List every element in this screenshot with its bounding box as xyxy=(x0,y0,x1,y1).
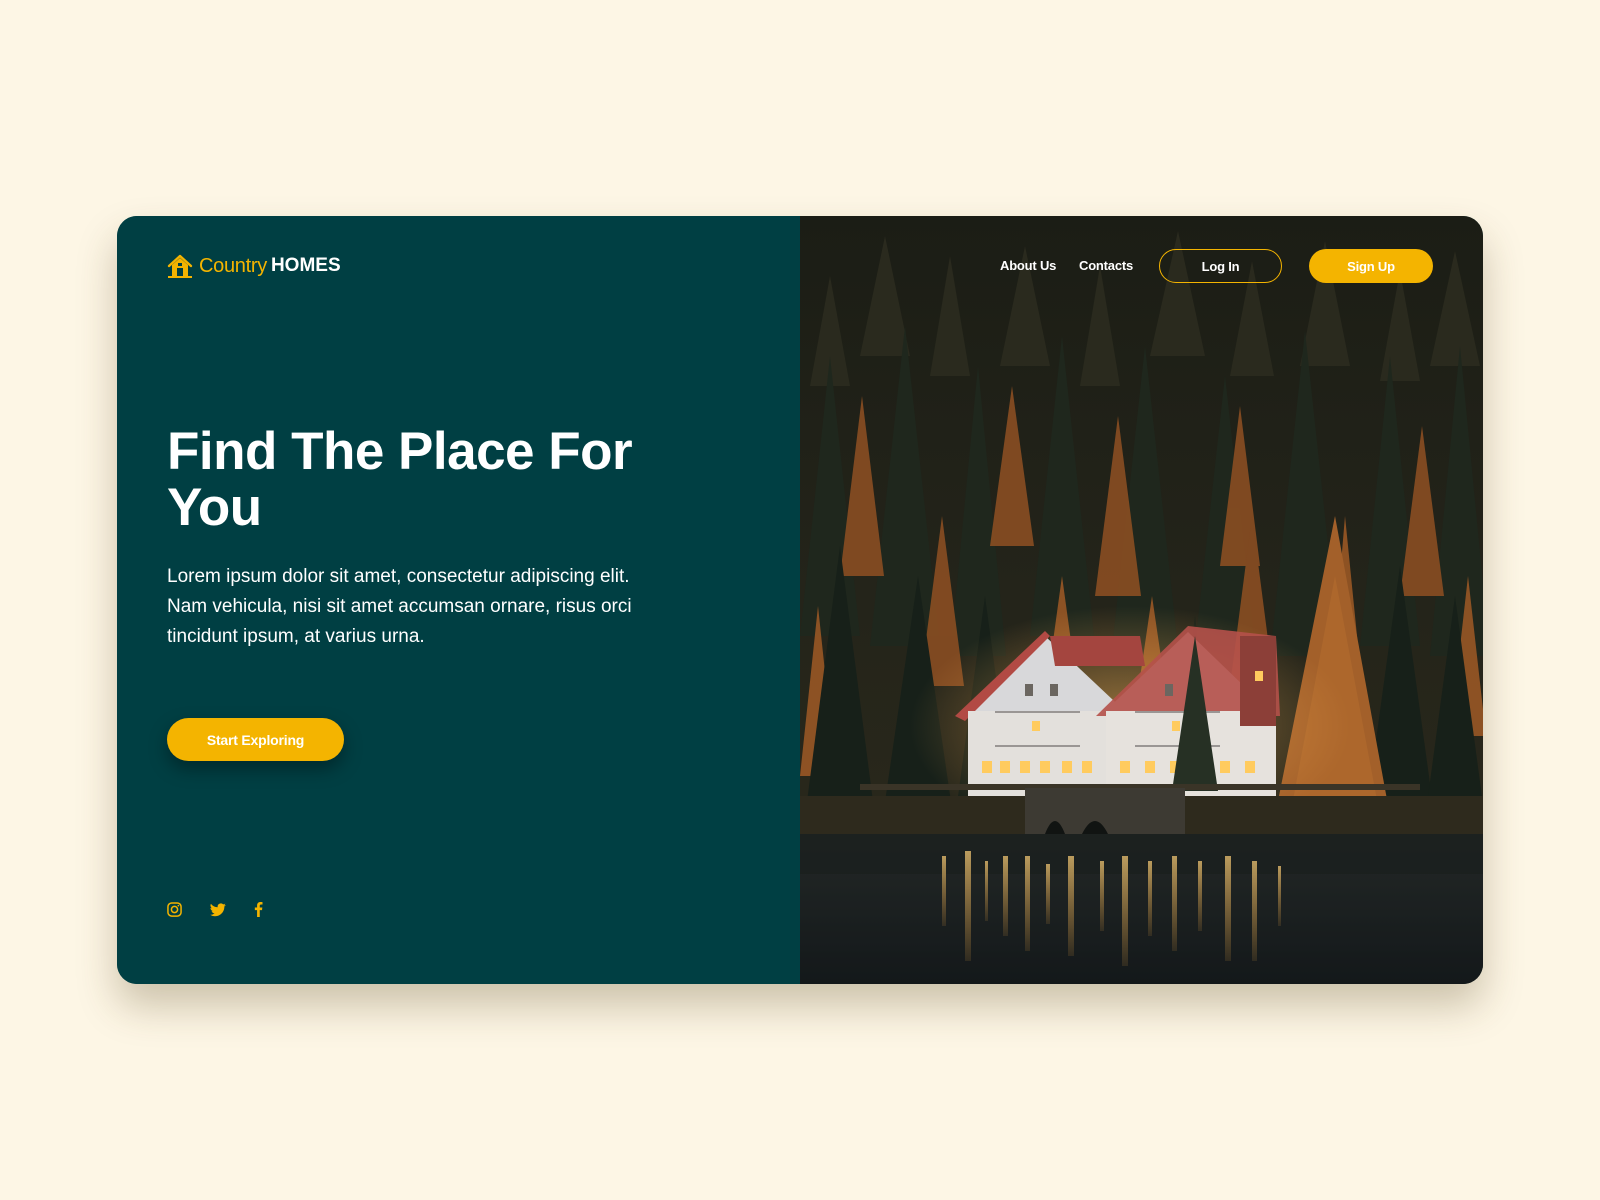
hero-text-panel: Country HOMES Find The Place For You Lor… xyxy=(117,216,800,984)
house-icon xyxy=(167,254,193,278)
hero-description: Lorem ipsum dolor sit amet, consectetur … xyxy=(167,566,632,647)
social-links xyxy=(167,902,291,917)
hero-image xyxy=(800,216,1483,984)
facebook-icon[interactable] xyxy=(254,902,263,917)
log-in-button[interactable]: Log In xyxy=(1159,249,1282,283)
sign-up-button[interactable]: Sign Up xyxy=(1309,249,1433,283)
brand-name-bold: HOMES xyxy=(270,255,341,276)
instagram-icon[interactable] xyxy=(167,902,182,917)
top-nav: About Us Contacts Log In Sign Up xyxy=(800,249,1433,283)
brand-logo[interactable]: Country HOMES xyxy=(167,252,341,280)
hero-image-panel xyxy=(800,216,1483,984)
nav-link-about-us[interactable]: About Us xyxy=(1000,249,1056,283)
start-exploring-button[interactable]: Start Exploring xyxy=(167,718,344,761)
hero-card: Country HOMES Find The Place For You Lor… xyxy=(117,216,1483,984)
nav-link-contacts[interactable]: Contacts xyxy=(1079,249,1133,283)
hero-headline: Find The Place For You xyxy=(167,422,633,537)
brand-name-light: Country xyxy=(199,254,267,277)
twitter-icon[interactable] xyxy=(210,902,226,917)
